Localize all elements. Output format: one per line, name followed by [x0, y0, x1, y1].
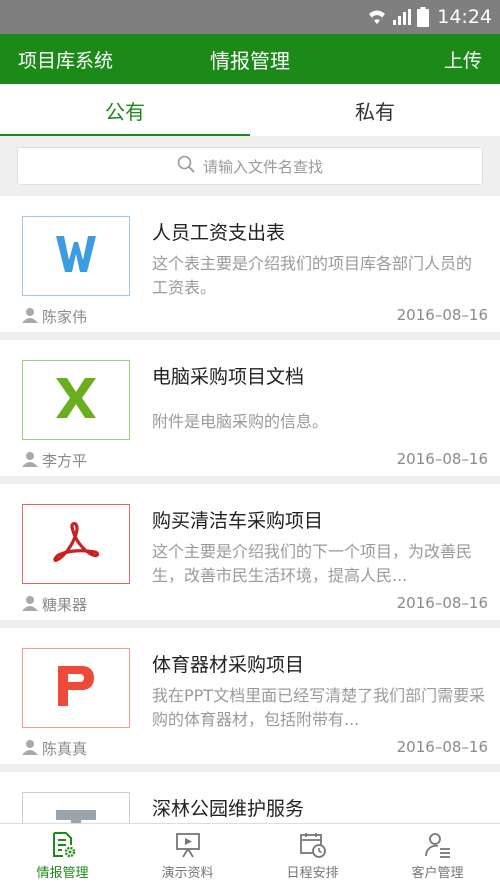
item-date: 2016–08–16: [396, 594, 488, 612]
item-description: 我在PPT文档里面已经写清楚了我们部门需要采购的体育器材，包括附带有...: [152, 686, 486, 729]
item-title: 购买清洁车采购项目: [152, 510, 324, 532]
wifi-icon: [367, 8, 387, 26]
item-description: 这个主要是介绍我们的下一个项目，为改善民生，改善市民生活环境，提高人民...: [152, 542, 473, 585]
author-name: 陈真真: [42, 740, 88, 758]
excel-icon: [53, 375, 99, 425]
tab-indicator: [0, 134, 250, 136]
item-date: 2016–08–16: [396, 306, 488, 324]
item-date: 2016–08–16: [396, 738, 488, 756]
tab-public[interactable]: 公有: [0, 84, 250, 136]
author-name: 陈家伟: [42, 308, 88, 326]
author-name: 糖果器: [42, 596, 88, 614]
document-gear-icon: [49, 831, 77, 859]
system-name-button[interactable]: 项目库系统: [18, 46, 113, 73]
list-item[interactable]: 深林公园维护服务: [0, 772, 500, 823]
bottom-nav: 情报管理 演示资料 日程安排 客户管理: [0, 823, 500, 888]
file-thumbnail: [22, 648, 130, 728]
file-list: 人员工资支出表 这个表主要是介绍我们的项目库各部门人员的工资表。 陈家伟 201…: [0, 196, 500, 823]
file-thumbnail: [22, 792, 130, 823]
pdf-icon: [51, 520, 101, 568]
item-author: 李方平: [22, 450, 87, 471]
item-author: 陈真真: [22, 738, 87, 759]
search-icon: [177, 155, 195, 177]
screen: 14:24 项目库系统 情报管理 上传 公有 私有 请输入文件名查找 人员工资支…: [0, 0, 500, 888]
item-author: 陈家伟: [22, 306, 87, 327]
status-icons: [367, 7, 430, 27]
item-author: 糖果器: [22, 594, 87, 615]
tab-bar: 公有 私有: [0, 84, 500, 136]
nav-label: 日程安排: [286, 866, 339, 881]
item-date: 2016–08–16: [396, 450, 488, 468]
presentation-icon: [174, 831, 202, 859]
item-title: 人员工资支出表: [152, 222, 286, 244]
nav-label: 演示资料: [161, 866, 214, 881]
user-icon: [22, 739, 38, 759]
file-thumbnail: [22, 216, 130, 296]
signal-icon: [393, 9, 412, 25]
list-item[interactable]: 体育器材采购项目 我在PPT文档里面已经写清楚了我们部门需要采购的体育器材，包括…: [0, 628, 500, 764]
status-bar: 14:24: [0, 0, 500, 34]
user-icon: [22, 451, 38, 471]
nav-label: 客户管理: [411, 866, 464, 881]
user-icon: [22, 595, 38, 615]
user-list-icon: [424, 831, 452, 859]
calendar-clock-icon: [299, 831, 327, 859]
search-placeholder: 请输入文件名查找: [202, 157, 323, 176]
battery-icon: [417, 7, 430, 27]
nav-presentation[interactable]: 演示资料: [125, 824, 250, 888]
app-bar: 项目库系统 情报管理 上传: [0, 34, 500, 84]
user-icon: [22, 307, 38, 327]
word-icon: [54, 232, 98, 280]
nav-intelligence[interactable]: 情报管理: [0, 824, 125, 888]
tab-private[interactable]: 私有: [250, 84, 500, 136]
item-description: 这个表主要是介绍我们的项目库各部门人员的工资表。: [152, 254, 473, 297]
nav-customers[interactable]: 客户管理: [375, 824, 500, 888]
nav-label: 情报管理: [36, 866, 89, 881]
author-name: 李方平: [42, 452, 88, 470]
list-item[interactable]: 人员工资支出表 这个表主要是介绍我们的项目库各部门人员的工资表。 陈家伟 201…: [0, 196, 500, 332]
ppt-icon: [56, 664, 96, 712]
upload-button[interactable]: 上传: [444, 46, 482, 73]
list-item[interactable]: 购买清洁车采购项目 这个主要是介绍我们的下一个项目，为改善民生，改善市民生活环境…: [0, 484, 500, 620]
item-title: 深林公园维护服务: [152, 798, 305, 820]
text-icon: [54, 808, 98, 823]
item-title: 电脑采购项目文档: [152, 366, 305, 388]
item-title: 体育器材采购项目: [152, 654, 305, 676]
file-thumbnail: [22, 504, 130, 584]
nav-schedule[interactable]: 日程安排: [250, 824, 375, 888]
search-area: 请输入文件名查找: [0, 136, 500, 196]
list-item[interactable]: 电脑采购项目文档 附件是电脑采购的信息。 李方平 2016–08–16: [0, 340, 500, 476]
search-input[interactable]: 请输入文件名查找: [17, 147, 483, 185]
file-thumbnail: [22, 360, 130, 440]
status-time: 14:24: [437, 6, 492, 28]
